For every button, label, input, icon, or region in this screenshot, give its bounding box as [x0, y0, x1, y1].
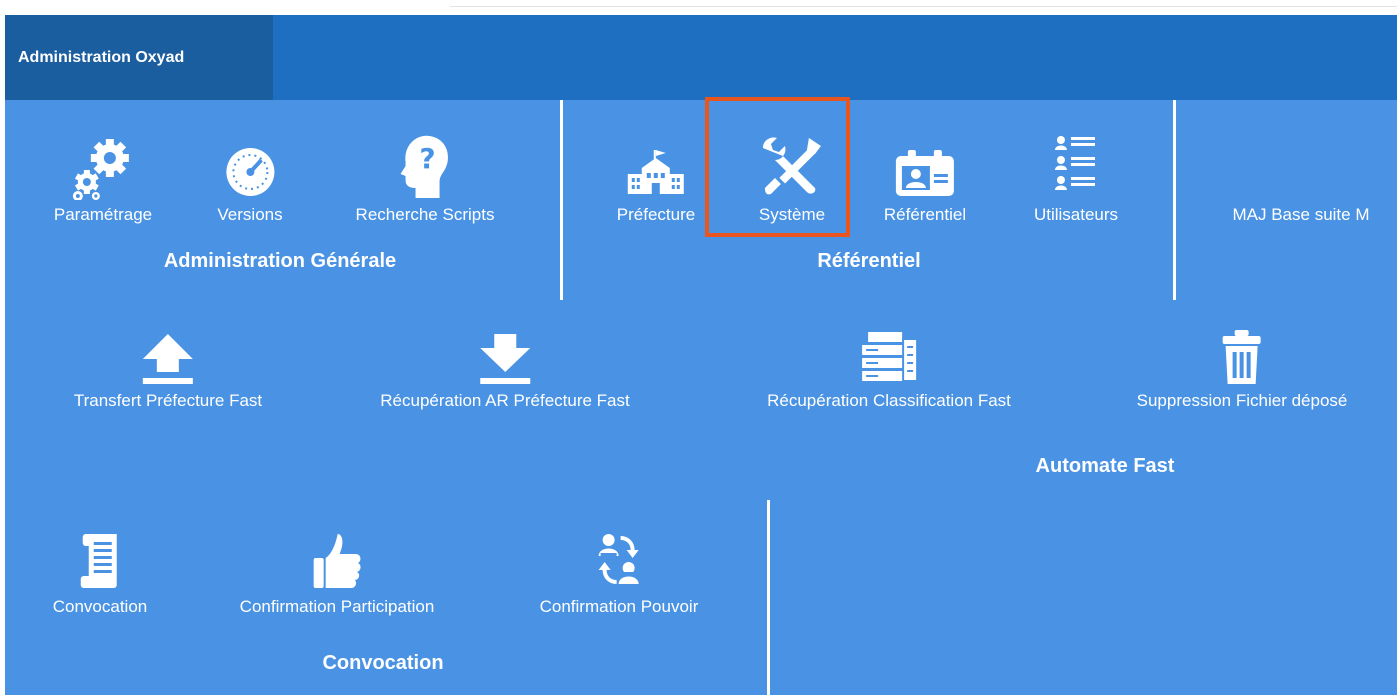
referentiel-button[interactable]: Référentiel	[884, 128, 966, 226]
convocation-button[interactable]: Convocation	[52, 532, 148, 618]
recuperation-ar-prefecture-fast-button[interactable]: Récupération AR Préfecture Fast	[380, 330, 630, 412]
utilisateurs-button[interactable]: Utilisateurs	[1034, 128, 1118, 226]
top-divider	[450, 6, 1397, 7]
building-icon	[626, 128, 686, 200]
scroll-icon	[79, 532, 121, 592]
separator	[560, 100, 563, 300]
confirmation-pouvoir-button[interactable]: Confirmation Pouvoir	[539, 532, 699, 618]
recherche-scripts-label: Recherche Scripts	[355, 205, 495, 224]
download-icon	[478, 330, 532, 386]
recherche-scripts-button[interactable]: ? Recherche Scripts	[355, 128, 495, 226]
gears-icon	[72, 128, 134, 200]
users-exchange-icon	[595, 532, 643, 592]
gauge-icon	[220, 128, 280, 200]
tab-title: Administration Oxyad	[18, 48, 185, 66]
suppression-fichier-depose-label: Suppression Fichier déposé	[1136, 391, 1348, 410]
prefecture-label: Préfecture	[616, 205, 696, 224]
separator	[1173, 100, 1176, 300]
svg-text:?: ?	[420, 142, 436, 175]
head-question-icon: ?	[398, 128, 452, 200]
group-title-automate-fast: Automate Fast	[1035, 455, 1175, 477]
thumbs-up-icon	[312, 532, 362, 592]
recuperation-classification-fast-label: Récupération Classification Fast	[767, 391, 1011, 410]
id-card-icon	[894, 128, 956, 200]
convocation-label: Convocation	[52, 597, 148, 616]
versions-button[interactable]: Versions	[217, 128, 283, 226]
confirmation-pouvoir-label: Confirmation Pouvoir	[539, 597, 699, 616]
separator	[767, 500, 770, 695]
transfert-prefecture-fast-label: Transfert Préfecture Fast	[73, 391, 263, 410]
referentiel-label: Référentiel	[883, 205, 967, 224]
parametrage-button[interactable]: Paramétrage	[54, 128, 152, 226]
group-title-convocation: Convocation	[322, 652, 444, 674]
suppression-fichier-depose-button[interactable]: Suppression Fichier déposé	[1136, 330, 1348, 412]
transfert-prefecture-fast-button[interactable]: Transfert Préfecture Fast	[74, 330, 262, 412]
utilisateurs-label: Utilisateurs	[1033, 205, 1119, 224]
user-list-icon	[1054, 128, 1098, 200]
recuperation-ar-prefecture-fast-label: Récupération AR Préfecture Fast	[380, 391, 630, 410]
upload-icon	[141, 330, 195, 386]
maj-base-button[interactable]: MAJ Base suite M	[1233, 128, 1370, 226]
confirmation-participation-button[interactable]: Confirmation Participation	[239, 532, 435, 618]
header-bar: Administration Oxyad	[5, 15, 1397, 100]
tab-administration-oxyad[interactable]: Administration Oxyad	[5, 15, 273, 100]
group-title-referentiel: Référentiel	[817, 250, 921, 272]
maj-base-label: MAJ Base suite M	[1232, 205, 1370, 224]
confirmation-participation-label: Confirmation Participation	[239, 597, 435, 616]
trash-icon	[1221, 330, 1263, 386]
parametrage-label: Paramétrage	[53, 205, 153, 224]
admin-panel: Paramétrage Versions ? Recherche Scripts…	[5, 97, 1397, 695]
selected-item-highlight	[705, 97, 850, 237]
versions-label: Versions	[217, 205, 283, 224]
prefecture-button[interactable]: Préfecture	[617, 128, 695, 226]
classification-icon	[860, 330, 918, 386]
recuperation-classification-fast-button[interactable]: Récupération Classification Fast	[767, 330, 1011, 412]
group-title-administration-generale: Administration Générale	[163, 250, 397, 272]
